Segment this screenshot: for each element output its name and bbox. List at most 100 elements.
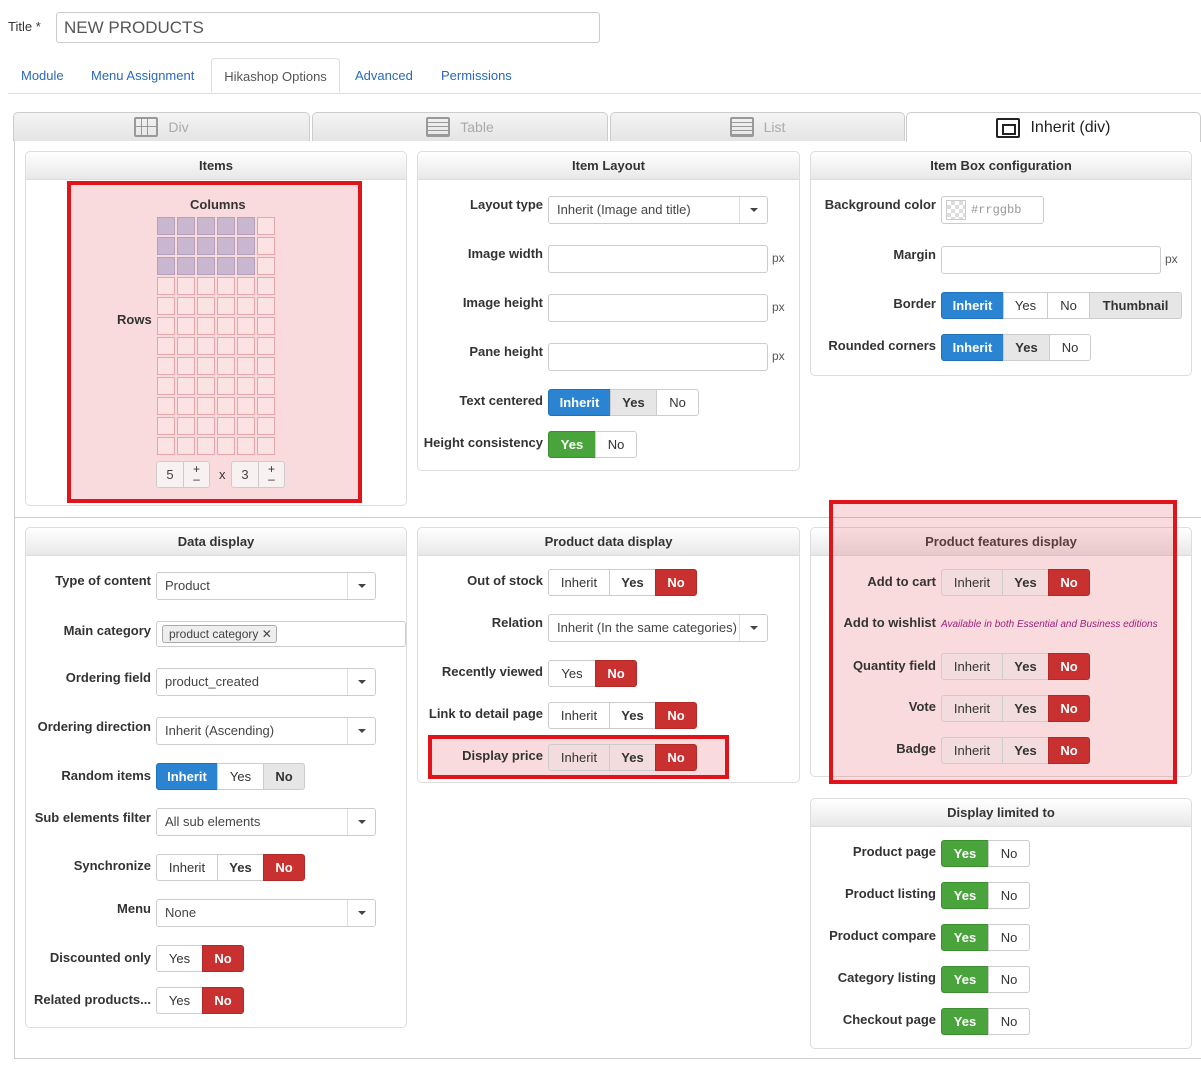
menu-select[interactable]: None [156,899,376,927]
layout-tab-table[interactable]: Table [312,112,608,141]
height-consistency-toggle[interactable]: Yes No [548,431,637,458]
type-content-select[interactable]: Product [156,572,376,600]
yes-option[interactable]: Yes [941,966,989,993]
yes-option[interactable]: Yes [941,924,989,951]
no-option[interactable]: No [988,882,1030,909]
type-content-value: Product [165,578,210,593]
margin-label: Margin [893,247,936,262]
recently-viewed-label: Recently viewed [441,664,543,679]
yes-option[interactable]: Yes [217,763,264,790]
link-detail-toggle[interactable]: Inherit Yes No [548,702,697,729]
layout-type-select[interactable]: Inherit (Image and title) [548,196,768,224]
no-option[interactable]: No [202,945,244,972]
recently-viewed-toggle[interactable]: Yes No [548,660,637,687]
checkout-page-toggle[interactable]: Yes No [941,1008,1030,1035]
ordering-direction-label: Ordering direction [37,719,151,734]
product-page-toggle[interactable]: Yes No [941,840,1030,867]
discounted-toggle[interactable]: Yes No [156,945,244,972]
ordering-field-select[interactable]: product_created [156,668,376,696]
yes-option[interactable]: Yes [609,702,656,729]
tab-permissions[interactable]: Permissions [430,58,523,93]
image-width-input[interactable] [548,245,768,273]
chevron-down-icon [347,573,375,599]
ordering-direction-value: Inherit (Ascending) [165,723,275,738]
features-highlight-box [829,500,1177,784]
product-compare-toggle[interactable]: Yes No [941,924,1030,951]
yes-option[interactable]: Yes [156,945,203,972]
relation-label: Relation [491,615,543,630]
no-option[interactable]: No [595,431,637,458]
product-listing-label: Product listing [845,886,936,901]
layout-tab-inherit[interactable]: Inherit (div) [906,112,1201,142]
bg-color-input[interactable]: #rrggbb [941,196,1044,224]
yes-option[interactable]: Yes [548,431,596,458]
tab-module[interactable]: Module [10,58,75,93]
layout-tab-list[interactable]: List [610,112,905,141]
random-items-toggle[interactable]: Inherit Yes No [156,763,305,790]
menu-value: None [165,905,197,920]
no-option[interactable]: No [263,763,305,790]
layout-tab-label: List [763,119,786,135]
layout-tab-div[interactable]: Div [13,112,310,141]
image-height-unit: px [772,300,785,314]
yes-option[interactable]: Yes [548,660,596,687]
checkout-page-label: Checkout page [842,1012,936,1027]
yes-option[interactable]: Yes [609,569,656,596]
inherit-option[interactable]: Inherit [548,702,610,729]
chevron-down-icon [739,615,767,641]
category-tag[interactable]: product category ✕ [162,625,277,643]
margin-input[interactable] [941,246,1161,274]
sub-filter-select[interactable]: All sub elements [156,808,376,836]
margin-unit: px [1165,252,1178,266]
text-centered-toggle[interactable]: Inherit Yes No [548,389,699,416]
inherit-option[interactable]: Inherit [156,763,218,790]
relation-select[interactable]: Inherit (In the same categories) [548,614,768,642]
yes-option[interactable]: Yes [941,1008,989,1035]
close-icon[interactable]: ✕ [262,627,272,641]
category-listing-toggle[interactable]: Yes No [941,966,1030,993]
no-option[interactable]: No [202,987,244,1014]
out-of-stock-toggle[interactable]: Inherit Yes No [548,569,697,596]
no-option[interactable]: No [655,569,697,596]
tab-hikashop-options[interactable]: Hikashop Options [211,58,340,93]
no-option[interactable]: No [988,1008,1030,1035]
pane-height-unit: px [772,349,785,363]
pane-height-input[interactable] [548,343,768,371]
inherit-option[interactable]: Inherit [941,292,1004,319]
synchronize-toggle[interactable]: Inherit Yes No [156,854,305,881]
ordering-direction-select[interactable]: Inherit (Ascending) [156,717,376,745]
tab-menu-assignment[interactable]: Menu Assignment [80,58,205,93]
product-listing-toggle[interactable]: Yes No [941,882,1030,909]
inherit-option[interactable]: Inherit [156,854,218,881]
height-consistency-label: Height consistency [423,435,543,450]
yes-option[interactable]: Yes [1003,334,1050,361]
no-option[interactable]: No [263,854,305,881]
inherit-option[interactable]: Inherit [941,334,1004,361]
no-option[interactable]: No [655,702,697,729]
inherit-option[interactable]: Inherit [548,389,611,416]
main-category-field[interactable]: product category ✕ [156,621,406,647]
inherit-icon [996,117,1021,138]
no-option[interactable]: No [988,966,1030,993]
no-option[interactable]: No [595,660,637,687]
rounded-corners-toggle[interactable]: Inherit Yes No [941,334,1091,361]
yes-option[interactable]: Yes [941,840,989,867]
yes-option[interactable]: Yes [610,389,657,416]
no-option[interactable]: No [1047,292,1090,319]
no-option[interactable]: No [988,840,1030,867]
related-products-toggle[interactable]: Yes No [156,987,244,1014]
yes-option[interactable]: Yes [1003,292,1048,319]
main-category-label: Main category [63,623,151,638]
tab-advanced[interactable]: Advanced [344,58,424,93]
no-option[interactable]: No [656,389,699,416]
border-toggle[interactable]: Inherit Yes No Thumbnail [941,292,1182,319]
yes-option[interactable]: Yes [941,882,989,909]
yes-option[interactable]: Yes [217,854,264,881]
inherit-option[interactable]: Inherit [548,569,610,596]
yes-option[interactable]: Yes [156,987,203,1014]
no-option[interactable]: No [988,924,1030,951]
no-option[interactable]: No [1049,334,1091,361]
image-height-input[interactable] [548,294,768,322]
thumbnail-option[interactable]: Thumbnail [1089,292,1182,319]
title-input[interactable] [56,12,600,43]
